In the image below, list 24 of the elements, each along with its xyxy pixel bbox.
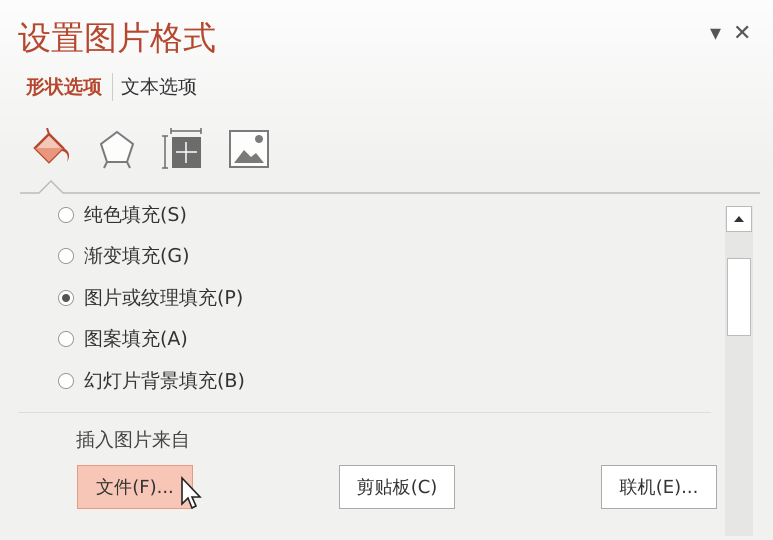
- radio-button[interactable]: [58, 206, 74, 223]
- tab[interactable]: 形状选项: [26, 74, 112, 100]
- up-arrow-icon: [734, 216, 744, 222]
- close-button[interactable]: ✕: [733, 22, 751, 44]
- radio-label: 幻灯片背景填充(B): [84, 368, 245, 394]
- scroll-thumb[interactable]: [727, 258, 751, 336]
- insert-button[interactable]: 文件(F)...: [77, 464, 193, 508]
- section-label: 插入图片来自: [75, 428, 191, 452]
- radio-label: 图片或纹理填充(P): [84, 286, 244, 311]
- radio-button[interactable]: [58, 248, 74, 264]
- pane-title: 设置图片格式: [18, 17, 217, 59]
- radio-label: 图案填充(A): [84, 327, 188, 352]
- scrollbar[interactable]: [725, 206, 753, 536]
- radio-button[interactable]: [58, 290, 74, 306]
- radio-label: 渐变填充(G): [84, 244, 190, 270]
- radio-button[interactable]: [58, 372, 74, 389]
- tab[interactable]: 文本选项: [121, 74, 207, 100]
- mouse-pointer-icon: [180, 476, 202, 510]
- pane-menu-button[interactable]: ▾: [710, 22, 721, 44]
- insert-button[interactable]: 联机(E)...: [601, 464, 717, 508]
- radio-button[interactable]: [58, 331, 74, 348]
- radio-label: 纯色填充(S): [84, 202, 187, 228]
- insert-button[interactable]: 剪贴板(C): [339, 464, 455, 508]
- scroll-up-button[interactable]: [726, 206, 752, 232]
